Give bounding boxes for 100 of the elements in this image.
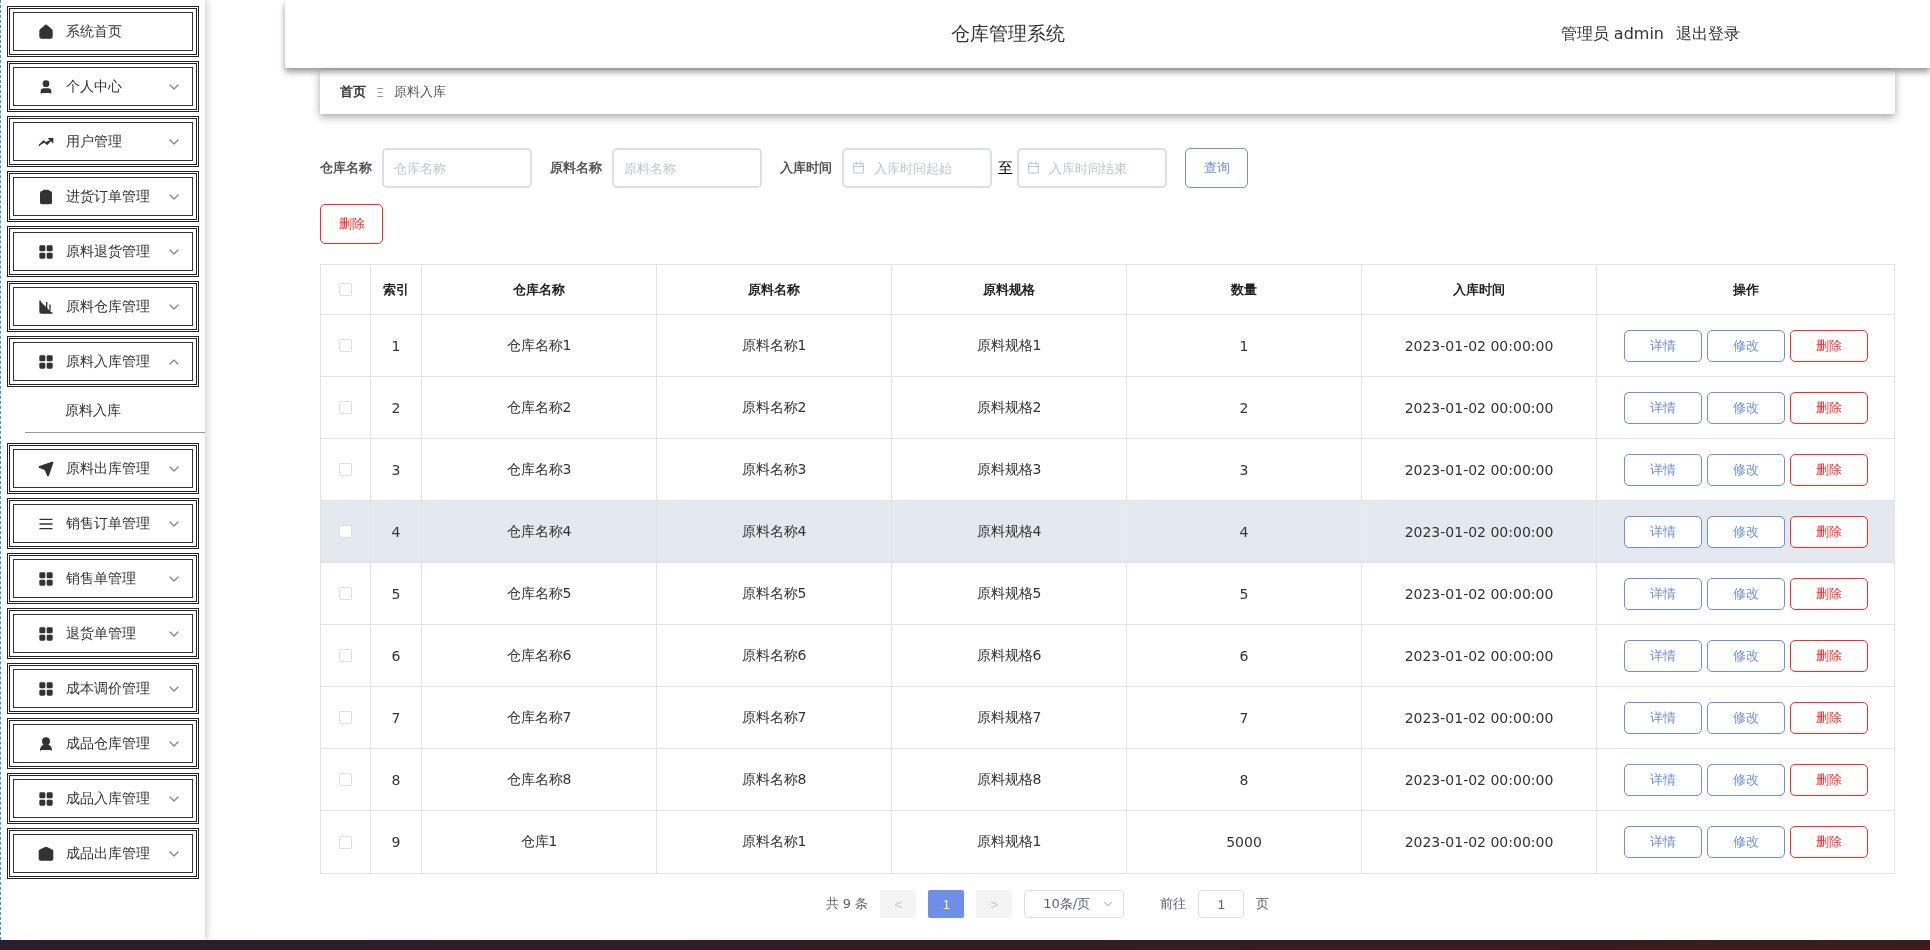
row-checkbox[interactable] (339, 401, 352, 414)
table-cell: 仓库名称1 (422, 315, 657, 376)
sidebar-item[interactable]: 成品仓库管理 (7, 718, 199, 769)
detail-button[interactable]: 详情 (1623, 515, 1702, 548)
row-checkbox[interactable] (339, 773, 352, 786)
edit-button[interactable]: 修改 (1706, 515, 1785, 548)
table-cell: 原料名称6 (657, 625, 892, 686)
edit-button[interactable]: 修改 (1706, 329, 1785, 362)
sidebar-item[interactable]: 系统首页 (7, 6, 199, 57)
sidebar-item[interactable]: 原料仓库管理 (7, 281, 199, 332)
table-cell: 2 (1127, 377, 1362, 438)
filter-label: 入库时间 (780, 159, 832, 177)
table-cell: 原料名称1 (657, 811, 892, 873)
date-input[interactable]: 入库时间结束 (1017, 148, 1167, 188)
table-cell: 2023-01-02 00:00:00 (1362, 563, 1597, 624)
sidebar-item[interactable]: 销售单管理 (7, 553, 199, 604)
app-title: 仓库管理系统 (949, 21, 1066, 46)
delete-row-button[interactable]: 删除 (1789, 577, 1868, 610)
page-number[interactable]: 1 (928, 890, 965, 918)
table-cell: 2 (371, 377, 422, 438)
grid-icon (38, 570, 54, 587)
delete-row-button[interactable]: 删除 (1789, 826, 1868, 858)
user-icon (38, 78, 54, 95)
text-input[interactable]: 原料名称 (612, 148, 762, 188)
table-cell: 6 (371, 625, 422, 686)
row-checkbox[interactable] (339, 463, 352, 476)
delete-row-button[interactable]: 删除 (1789, 515, 1868, 548)
sidebar-item[interactable]: 原料退货管理 (7, 226, 199, 277)
table-cell: 原料规格2 (892, 377, 1127, 438)
edit-button[interactable]: 修改 (1706, 639, 1785, 672)
sidebar-item[interactable]: 进货订单管理 (7, 171, 199, 222)
grid-icon (38, 625, 54, 642)
delete-row-button[interactable]: 删除 (1789, 701, 1868, 734)
sidebar-item[interactable]: 销售订单管理 (7, 498, 199, 549)
edit-button[interactable]: 修改 (1706, 763, 1785, 796)
table-cell: 原料名称2 (657, 377, 892, 438)
detail-button[interactable]: 详情 (1623, 701, 1702, 734)
sidebar-item[interactable]: 原料出库管理 (7, 443, 199, 494)
column-header: 原料规格 (892, 265, 1127, 314)
delete-button[interactable]: 删除 (320, 204, 383, 244)
sidebar-item-label: 系统首页 (66, 22, 123, 41)
date-input[interactable]: 入库时间起始 (842, 148, 992, 188)
delete-row-button[interactable]: 删除 (1789, 639, 1868, 672)
breadcrumb-home[interactable]: 首页 (340, 83, 366, 101)
sidebar-item[interactable]: 退货单管理 (7, 608, 199, 659)
delete-row-button[interactable]: 删除 (1789, 763, 1868, 796)
table-cell: 3 (1127, 439, 1362, 500)
row-checkbox[interactable] (339, 339, 352, 352)
sidebar-item[interactable]: 原料入库管理 (7, 336, 199, 387)
edit-button[interactable]: 修改 (1706, 453, 1785, 486)
sidebar-subitem[interactable]: 原料入库 (25, 389, 205, 433)
edit-button[interactable]: 修改 (1706, 826, 1785, 858)
edit-button[interactable]: 修改 (1706, 701, 1785, 734)
total-count: 共 9 条 (825, 895, 869, 913)
page-unit-label: 页 (1256, 895, 1270, 913)
delete-row-button[interactable]: 删除 (1789, 453, 1868, 486)
sidebar-item[interactable]: 个人中心 (7, 61, 199, 112)
table-cell: 原料名称8 (657, 749, 892, 810)
table-cell: 1 (1127, 315, 1362, 376)
search-button[interactable]: 查询 (1185, 148, 1248, 188)
detail-button[interactable]: 详情 (1623, 826, 1702, 858)
row-checkbox[interactable] (339, 649, 352, 662)
sidebar-item[interactable]: 成本调价管理 (7, 663, 199, 714)
edit-button[interactable]: 修改 (1706, 391, 1785, 424)
detail-button[interactable]: 详情 (1623, 329, 1702, 362)
logout-link[interactable]: 退出登录 (1676, 23, 1740, 45)
page-size-select[interactable]: 10条/页 (1024, 890, 1125, 918)
detail-button[interactable]: 详情 (1623, 391, 1702, 424)
table-cell: 4 (1127, 501, 1362, 562)
table-cell: 原料规格1 (892, 315, 1127, 376)
sidebar-item[interactable]: 成品入库管理 (7, 773, 199, 824)
grid-icon (38, 680, 54, 697)
detail-button[interactable]: 详情 (1623, 639, 1702, 672)
delete-row-button[interactable]: 删除 (1789, 391, 1868, 424)
text-input[interactable]: 仓库名称 (382, 148, 532, 188)
table-cell: 7 (371, 687, 422, 748)
sidebar-item-label: 成品出库管理 (66, 844, 151, 863)
edit-button[interactable]: 修改 (1706, 577, 1785, 610)
delete-row-button[interactable]: 删除 (1789, 329, 1868, 362)
row-checkbox[interactable] (339, 835, 352, 849)
detail-button[interactable]: 详情 (1623, 453, 1702, 486)
sidebar-item[interactable]: 用户管理 (7, 116, 199, 167)
send-icon (38, 460, 54, 477)
detail-button[interactable]: 详情 (1623, 577, 1702, 610)
user-icon (38, 735, 54, 752)
home-icon (38, 23, 54, 40)
column-header: 索引 (371, 265, 422, 314)
page-input[interactable]: 1 (1198, 890, 1245, 918)
clipboard-icon (38, 188, 54, 205)
row-checkbox[interactable] (339, 525, 352, 538)
table-cell: 2023-01-02 00:00:00 (1362, 625, 1597, 686)
row-checkbox[interactable] (339, 587, 352, 600)
table-cell: 2023-01-02 00:00:00 (1362, 377, 1597, 438)
row-checkbox[interactable] (339, 711, 352, 724)
table-cell: 仓库名称6 (422, 625, 657, 686)
table-cell: 3 (371, 439, 422, 500)
detail-button[interactable]: 详情 (1623, 763, 1702, 796)
select-all-checkbox[interactable] (339, 283, 352, 296)
column-header: 原料名称 (657, 265, 892, 314)
sidebar-item[interactable]: 成品出库管理 (7, 828, 199, 879)
